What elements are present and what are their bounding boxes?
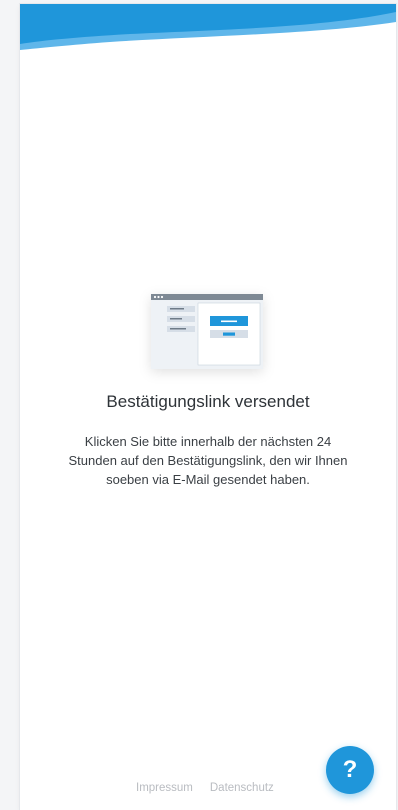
confirmation-card: Bestätigungslink versendet Klicken Sie b… xyxy=(20,4,396,810)
page-description: Klicken Sie bitte innerhalb der nächsten… xyxy=(68,434,348,487)
help-question-icon: ? xyxy=(342,756,358,783)
header-wave xyxy=(20,4,396,50)
help-button[interactable]: ? xyxy=(326,746,374,794)
impressum-link[interactable]: Impressum xyxy=(136,782,193,794)
datenschutz-link[interactable]: Datenschutz xyxy=(210,782,274,794)
page-title: Bestätigungslink versendet xyxy=(106,392,310,411)
browser-window-illustration xyxy=(151,294,263,369)
footer-links: Impressum Datenschutz xyxy=(136,782,274,794)
